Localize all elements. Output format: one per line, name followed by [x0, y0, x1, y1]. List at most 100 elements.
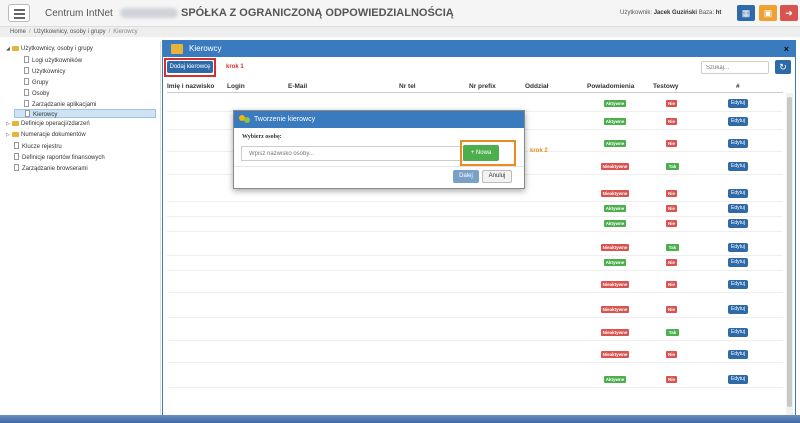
- notification-status-badge: Nieaktywne: [601, 351, 629, 358]
- table-scrollbar[interactable]: [786, 93, 793, 421]
- tree-item-label: Klucze rejestru: [22, 144, 62, 150]
- column-header-test[interactable]: Testowy: [653, 83, 679, 90]
- column-header-phone[interactable]: Nr tel: [399, 83, 416, 90]
- test-status-badge: Nie: [666, 118, 677, 125]
- modal-title: Tworzenie kierowcy: [254, 116, 316, 123]
- tree-item-users[interactable]: Użytkownicy: [24, 67, 65, 76]
- edit-button[interactable]: Edytuj: [728, 162, 748, 171]
- table-row: Aktywne Nie Edytuj: [163, 374, 795, 386]
- edit-button[interactable]: Edytuj: [728, 204, 748, 213]
- test-status-badge: Nie: [666, 140, 677, 147]
- tree-folder-document-numbering[interactable]: ▷ Numeracje dokumentów: [6, 131, 86, 140]
- lock-button[interactable]: ▣: [759, 5, 777, 21]
- notification-status-badge: Nieaktywne: [601, 281, 629, 288]
- breadcrumb-users[interactable]: Użytkownicy, osoby i grupy: [34, 29, 106, 35]
- edit-button[interactable]: Edytuj: [728, 375, 748, 384]
- document-icon: [14, 153, 19, 160]
- tree-item-label: Osoby: [32, 91, 50, 97]
- test-status-badge: Tak: [666, 163, 679, 170]
- column-header-name[interactable]: Imię i nazwisko: [167, 83, 214, 90]
- breadcrumb-separator: /: [29, 29, 31, 35]
- tree-item-financial-reports[interactable]: Definicje raportów finansowych: [14, 153, 105, 162]
- edit-button[interactable]: Edytuj: [728, 350, 748, 359]
- new-person-button[interactable]: + Nowa: [463, 145, 499, 161]
- folder-icon: [12, 46, 19, 51]
- os-taskbar: [0, 415, 800, 423]
- blurred-company-name: [120, 8, 178, 18]
- test-status-badge: Nie: [666, 281, 677, 288]
- close-icon[interactable]: ×: [784, 41, 789, 57]
- edit-button[interactable]: Edytuj: [728, 258, 748, 267]
- apps-grid-button[interactable]: ▦: [737, 5, 755, 21]
- base-value: ht: [715, 10, 722, 16]
- breadcrumb-home[interactable]: Home: [10, 29, 26, 35]
- column-header-notifications[interactable]: Powiadomienia: [587, 83, 634, 90]
- hamburger-icon: [14, 9, 25, 11]
- logout-button[interactable]: ➜: [780, 5, 798, 21]
- test-status-badge: Nie: [666, 351, 677, 358]
- edit-button[interactable]: Edytuj: [728, 280, 748, 289]
- tree-item-label: Zarządzanie browserami: [22, 166, 88, 172]
- tree-item-browser-management[interactable]: Zarządzanie browserami: [14, 164, 88, 173]
- edit-button[interactable]: Edytuj: [728, 99, 748, 108]
- row-divider: [167, 201, 783, 202]
- notification-status-badge: Nieaktywne: [601, 306, 629, 313]
- column-header-prefix[interactable]: Nr prefix: [469, 83, 496, 90]
- edit-button[interactable]: Edytuj: [728, 117, 748, 126]
- test-status-badge: Tak: [666, 244, 679, 251]
- row-divider: [167, 292, 783, 293]
- document-icon: [25, 110, 30, 117]
- users-icon: [239, 114, 250, 124]
- base-label: Baza:: [698, 10, 715, 16]
- cancel-button[interactable]: Anuluj: [482, 170, 512, 183]
- refresh-button[interactable]: ↻: [775, 60, 791, 74]
- panel-header: Kierowcy ×: [163, 41, 795, 57]
- notification-status-badge: Nieaktywne: [601, 163, 629, 170]
- column-header-login[interactable]: Login: [227, 83, 245, 90]
- breadcrumb: Home / Użytkownicy, osoby i grupy / Kierowcy: [0, 27, 800, 37]
- document-icon: [24, 78, 29, 85]
- tree-item-app-management[interactable]: Zarządzanie aplikacjami: [24, 100, 96, 109]
- lock-icon: ▣: [763, 8, 773, 18]
- notification-status-badge: Aktywne: [604, 140, 626, 147]
- document-icon: [24, 67, 29, 74]
- tree-folder-users[interactable]: ◢ Użytkownicy, osoby i grupy: [6, 45, 93, 54]
- add-driver-button[interactable]: Dodaj kierowcę: [167, 61, 213, 73]
- notification-status-badge: Nieaktywne: [601, 329, 629, 336]
- notification-status-badge: Aktywne: [604, 376, 626, 383]
- table-row: Aktywne Nie Edytuj: [163, 218, 795, 230]
- tree-item-drivers[interactable]: Kierowcy: [14, 109, 156, 118]
- tree-item-registry-keys[interactable]: Klucze rejestru: [14, 142, 62, 151]
- person-search-input[interactable]: [241, 146, 467, 161]
- logout-icon: ➜: [785, 8, 793, 18]
- test-status-badge: Nie: [666, 100, 677, 107]
- scrollbar-thumb[interactable]: [787, 97, 792, 407]
- modal-header: Tworzenie kierowcy: [234, 111, 524, 128]
- edit-button[interactable]: Edytuj: [728, 328, 748, 337]
- table-row: Nieaktywne Nie Edytuj: [163, 279, 795, 291]
- edit-button[interactable]: Edytuj: [728, 305, 748, 314]
- edit-button[interactable]: Edytuj: [728, 219, 748, 228]
- test-status-badge: Nie: [666, 306, 677, 313]
- app-name: Centrum IntNet: [45, 8, 113, 19]
- tree-item-label: Definicje raportów finansowych: [22, 155, 105, 161]
- tree-item-groups[interactable]: Grupy: [24, 78, 48, 87]
- tree-item-user-logs[interactable]: Logi użytkowników: [24, 56, 82, 65]
- test-status-badge: Tak: [666, 329, 679, 336]
- table-row: Aktywne Nie Edytuj: [163, 98, 795, 110]
- edit-button[interactable]: Edytuj: [728, 189, 748, 198]
- edit-button[interactable]: Edytuj: [728, 243, 748, 252]
- test-status-badge: Nie: [666, 259, 677, 266]
- hamburger-icon-line: [14, 13, 25, 15]
- tree-item-persons[interactable]: Osoby: [24, 89, 49, 98]
- search-input[interactable]: [701, 61, 769, 74]
- tree-folder-operation-definitions[interactable]: ▷ Definicje operacji/zdarzeń: [6, 120, 90, 129]
- column-header-branch[interactable]: Oddział: [525, 83, 548, 90]
- edit-button[interactable]: Edytuj: [728, 139, 748, 148]
- next-button[interactable]: Dalej: [453, 170, 479, 183]
- menu-toggle-button[interactable]: [8, 4, 30, 22]
- user-label: Użytkownik:: [620, 10, 653, 16]
- panel-title: Kierowcy: [189, 44, 222, 53]
- column-header-email[interactable]: E-Mail: [288, 83, 307, 90]
- modal-footer-divider: [234, 166, 524, 167]
